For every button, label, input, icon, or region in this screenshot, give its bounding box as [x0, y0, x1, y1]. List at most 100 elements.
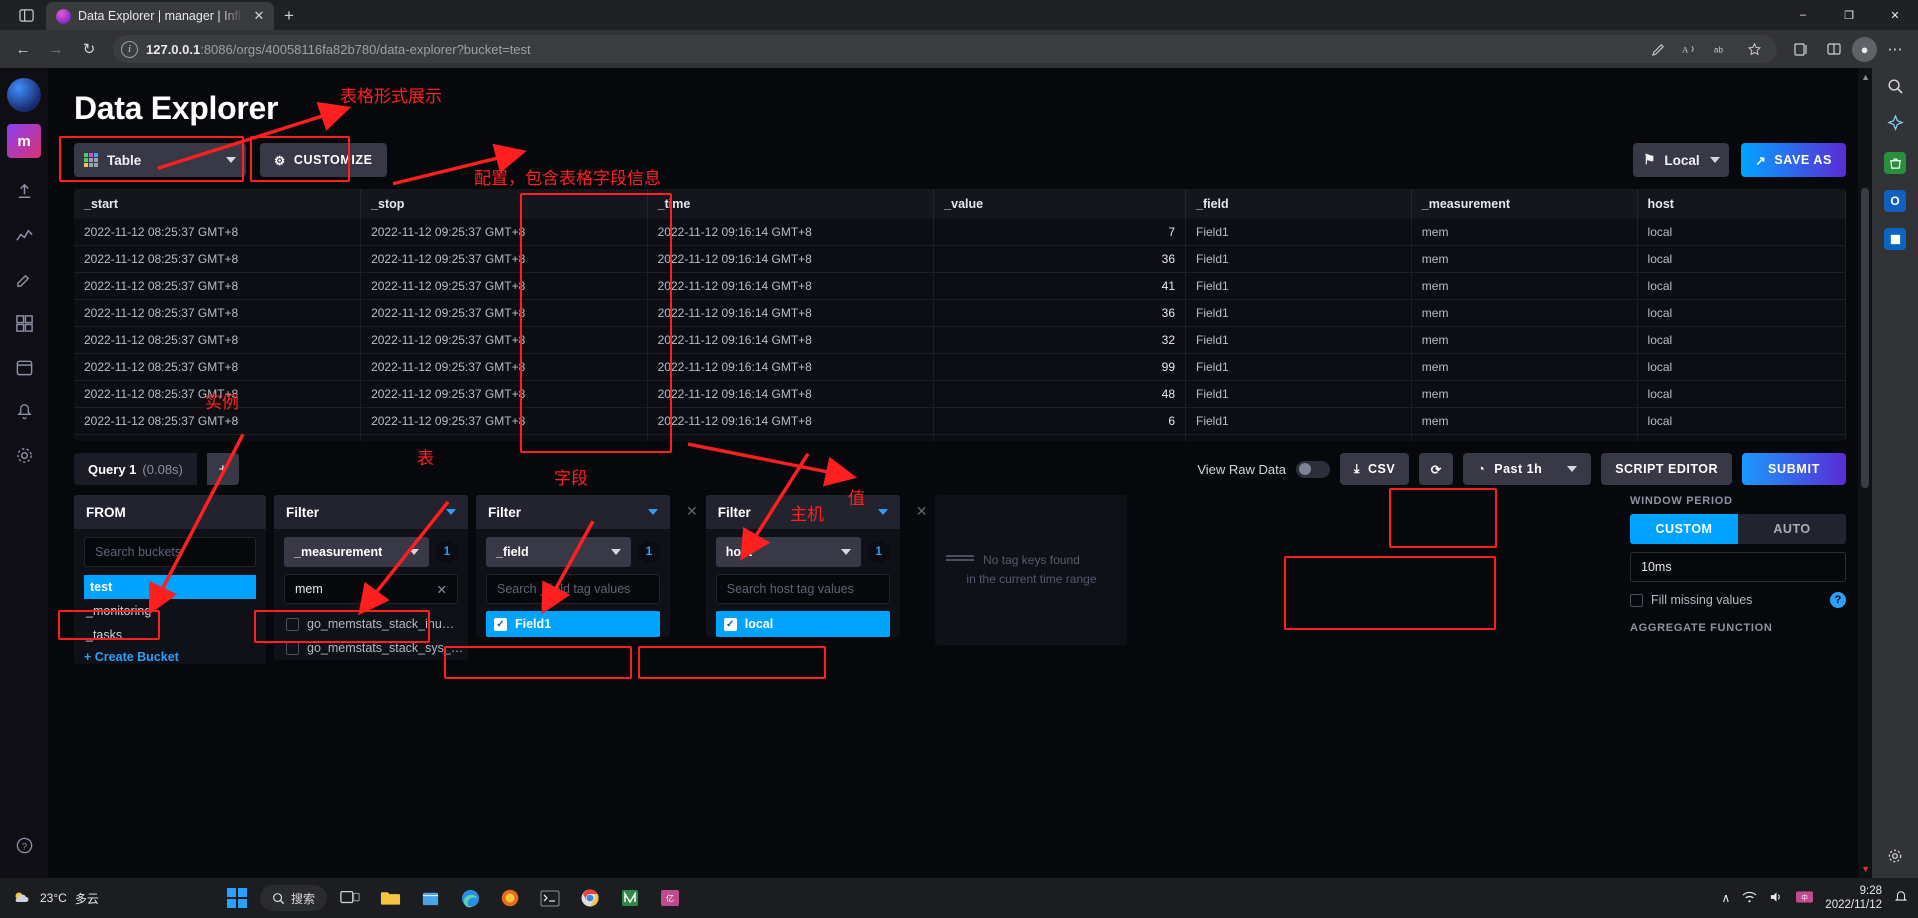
taskview-button[interactable] [333, 881, 367, 915]
table-column-header[interactable]: _value [933, 189, 1187, 219]
app-button[interactable]: 亿 [653, 881, 687, 915]
browser-tab[interactable]: Data Explorer | manager | InfluxD ✕ [46, 2, 274, 30]
minimize-icon[interactable]: – [1780, 0, 1826, 30]
taskbar-search[interactable]: 搜索 [260, 885, 328, 911]
help-icon[interactable]: ? [1830, 592, 1846, 608]
edge-search-icon[interactable] [1887, 78, 1904, 99]
edge-settings-icon[interactable] [1887, 848, 1903, 878]
field-selected-value[interactable]: ✓ Field1 [486, 611, 660, 637]
chrome-button[interactable] [573, 881, 607, 915]
checkbox-icon[interactable] [286, 641, 299, 655]
filter-key-dropdown-measurement[interactable]: _measurement [284, 537, 429, 567]
table-column-header[interactable]: _measurement [1411, 189, 1638, 219]
checkbox-icon[interactable] [286, 617, 299, 631]
translate-icon[interactable]: ab [1707, 34, 1737, 64]
tray-network-icon[interactable] [1742, 890, 1757, 907]
sidebar-item-alerts[interactable] [6, 390, 42, 432]
maximize-icon[interactable]: ❐ [1826, 0, 1872, 30]
create-bucket-button[interactable]: + Create Bucket [84, 647, 256, 664]
host-search-input[interactable]: Search host tag values [715, 574, 890, 604]
tray-volume-icon[interactable] [1769, 890, 1784, 907]
edge-button[interactable] [453, 881, 487, 915]
window-period-auto-tab[interactable]: AUTO [1738, 514, 1846, 544]
submit-button[interactable]: SUBMIT [1742, 453, 1846, 485]
table-column-header[interactable]: host [1637, 189, 1846, 219]
favorite-icon[interactable] [1739, 34, 1769, 64]
edge-office-icon[interactable] [1884, 228, 1906, 250]
filter-field-header[interactable]: Filter [476, 495, 670, 529]
checkbox-checked-icon[interactable]: ✓ [494, 617, 507, 631]
add-query-button[interactable]: + [206, 453, 239, 485]
table-column-header[interactable]: _time [647, 189, 935, 219]
remove-host-filter-icon[interactable]: ✕ [908, 495, 928, 520]
scroll-up-icon[interactable]: ▲ [1861, 72, 1870, 82]
taskbar-clock[interactable]: 9:28 2022/11/12 [1825, 884, 1882, 913]
host-selected-value[interactable]: ✓ local [715, 611, 890, 637]
tab-search-icon[interactable] [6, 0, 46, 30]
taskbar-weather[interactable]: 23°C 多云 [10, 887, 220, 909]
edge-outlook-icon[interactable]: O [1884, 190, 1906, 212]
start-button[interactable] [220, 881, 254, 915]
filter-key-dropdown-field[interactable]: _field [486, 537, 631, 567]
profile-avatar[interactable]: ● [1852, 36, 1877, 62]
file-explorer-button[interactable] [373, 881, 407, 915]
table-column-header[interactable]: _field [1185, 189, 1412, 219]
scrollbar-thumb[interactable] [1861, 188, 1869, 488]
clear-icon[interactable]: ✕ [437, 582, 447, 597]
page-scrollbar[interactable]: ▲ ▼ [1858, 68, 1872, 878]
forward-icon[interactable]: → [41, 34, 71, 64]
store-button[interactable] [413, 881, 447, 915]
list-item[interactable]: go_memstats_stack_inu… [284, 612, 458, 636]
edge-copilot-icon[interactable] [1886, 114, 1904, 136]
table-column-header[interactable]: _stop [360, 189, 648, 219]
remove-field-filter-icon[interactable]: ✕ [678, 495, 698, 520]
firefox-button[interactable] [493, 881, 527, 915]
view-raw-data-toggle[interactable] [1295, 460, 1330, 478]
sidebar-item-help[interactable]: ? [6, 824, 42, 866]
window-period-custom-tab[interactable]: CUSTOM [1630, 514, 1738, 544]
query-tab[interactable]: Query 1 (0.08s) [74, 453, 197, 485]
collections-icon[interactable] [1786, 34, 1816, 64]
window-period-input[interactable]: 10ms [1630, 552, 1846, 582]
search-buckets-input[interactable]: Search buckets [84, 537, 256, 567]
sidebar-item-explore[interactable] [6, 214, 42, 256]
sidebar-item-dashboards[interactable] [6, 302, 42, 344]
table-column-header[interactable]: _start [74, 189, 362, 219]
list-item[interactable]: go_memstats_stack_sys_… [284, 636, 463, 660]
checkbox-icon[interactable] [1630, 593, 1643, 607]
csv-download-button[interactable]: ⤓ CSV [1339, 453, 1410, 485]
script-editor-button[interactable]: SCRIPT EDITOR [1601, 453, 1732, 485]
sidebar-item-tasks[interactable] [6, 346, 42, 388]
influxdb-logo-icon[interactable] [7, 78, 41, 112]
edge-shopping-icon[interactable] [1884, 152, 1906, 174]
field-search-input[interactable]: Search _field tag values [486, 574, 660, 604]
filter-key-dropdown-host[interactable]: host [715, 537, 861, 567]
notification-center-icon[interactable] [1894, 890, 1908, 907]
checkbox-checked-icon[interactable]: ✓ [723, 617, 737, 631]
tray-expand-icon[interactable]: ∧ [1722, 891, 1731, 905]
measurement-search-input[interactable]: mem ✕ [284, 574, 458, 604]
navicat-button[interactable] [613, 881, 647, 915]
split-screen-icon[interactable] [1819, 34, 1849, 64]
save-as-button[interactable]: ↗ SAVE AS [1741, 143, 1846, 177]
bucket-item-test[interactable]: test [84, 575, 256, 599]
terminal-button[interactable] [533, 881, 567, 915]
back-icon[interactable]: ← [8, 34, 38, 64]
customize-button[interactable]: ⚙ CUSTOMIZE [260, 143, 387, 177]
read-aloud-icon[interactable]: A [1675, 34, 1705, 64]
local-time-dropdown[interactable]: ⚑ Local [1633, 143, 1730, 177]
refresh-button[interactable]: ⟳ [1419, 453, 1454, 485]
reload-icon[interactable]: ↻ [74, 34, 104, 64]
filter-measurement-header[interactable]: Filter [274, 495, 468, 529]
org-avatar[interactable]: m [7, 124, 41, 158]
tray-ime-icon[interactable]: 中 [1796, 890, 1814, 907]
site-info-icon[interactable]: i [121, 40, 138, 58]
sidebar-item-load-data[interactable] [6, 170, 42, 212]
pen-icon[interactable] [1643, 34, 1673, 64]
time-range-dropdown[interactable]: ◔ Past 1h [1463, 453, 1592, 485]
visualization-type-dropdown[interactable]: Table [74, 143, 246, 177]
sidebar-item-notebooks[interactable] [6, 258, 42, 300]
new-tab-button[interactable]: + [274, 2, 304, 30]
filter-host-header[interactable]: Filter [705, 495, 900, 529]
sidebar-item-settings[interactable] [6, 434, 42, 476]
